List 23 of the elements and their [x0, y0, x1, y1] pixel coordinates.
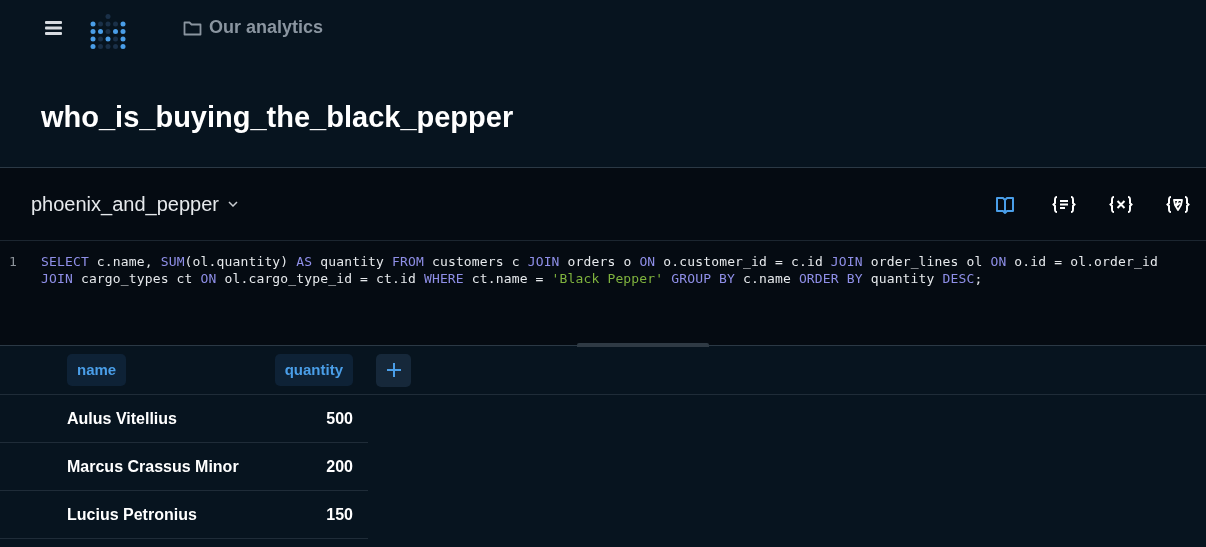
code-line: SELECT c.name, SUM(ol.quantity) AS quantity FROM customers c JOIN orders o ON o.customer_id = c.id JOIN order_lines ol ON o.id = ol.order_id — [41, 253, 1158, 270]
chevron-down-icon — [227, 201, 238, 207]
database-dropdown[interactable]: phoenix_and_pepper — [31, 192, 238, 216]
table-cell-text: Lucius Petronius — [67, 505, 198, 524]
page-title: who_is_buying_the_black_pepper — [41, 100, 515, 135]
braces-lines-icon[interactable] — [1052, 193, 1076, 215]
menu-icon[interactable] — [45, 20, 62, 35]
table-cell-text: Marcus Crassus Minor — [67, 457, 240, 476]
column-header[interactable]: quantity — [274, 354, 353, 386]
braces-shield-icon[interactable] — [1166, 193, 1190, 215]
table-cell-text: 150 — [326, 505, 354, 524]
line-number: 1 — [8, 253, 18, 271]
add-column-button[interactable] — [376, 353, 411, 387]
resize-handle[interactable] — [577, 343, 709, 347]
table-cell-text: Aulus Vitellius — [67, 409, 178, 428]
folder-icon — [183, 19, 202, 36]
plus-icon — [385, 362, 402, 378]
table-cell-text: 200 — [326, 457, 354, 476]
braces-x-icon[interactable] — [1109, 193, 1133, 215]
column-header[interactable]: name — [67, 354, 127, 386]
table-cell-text: 500 — [326, 409, 354, 428]
breadcrumb-link[interactable]: Our analytics — [209, 17, 324, 38]
code-line: JOIN cargo_types ct ON ol.cargo_type_id = ct.id WHERE ct.name = 'Black Pepper' GROUP BY c.name ORDER BY quantity DESC; — [41, 270, 983, 287]
